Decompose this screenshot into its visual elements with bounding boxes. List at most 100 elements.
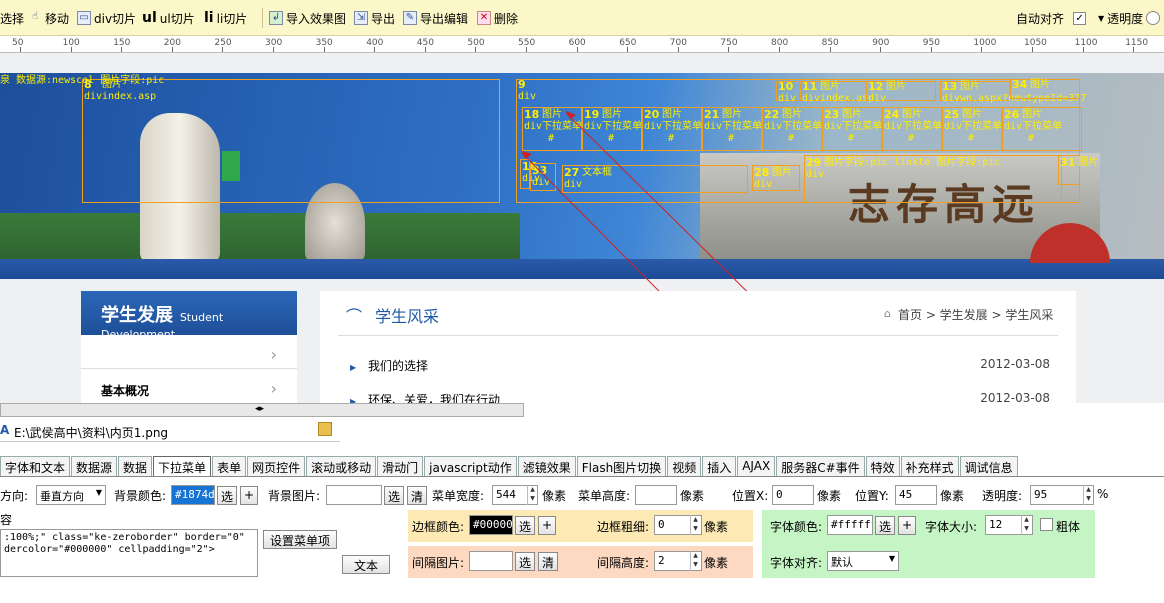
sidebar-item-blank[interactable]: ›	[81, 335, 297, 369]
tab-4[interactable]: 表单	[212, 456, 247, 476]
tab-2[interactable]: 数据	[118, 456, 153, 476]
spacing-height-label: 间隔高度:	[597, 556, 650, 570]
border-color-plus-button[interactable]: +	[538, 516, 556, 535]
opacity-control[interactable]: ▼ 透明度	[1098, 8, 1161, 28]
ruler-tick	[880, 47, 882, 52]
tab-17[interactable]: 调试信息	[959, 456, 1018, 476]
file-path[interactable]: E:\武侯高中\资料\内页1.png	[14, 424, 168, 441]
tab-6[interactable]: 滚动或移动	[306, 456, 377, 476]
auto-align-checkbox[interactable]: ✓	[1073, 11, 1087, 25]
content-code-textarea[interactable]: :100%;" class="ke-zeroborder" border="0"…	[0, 529, 258, 577]
bg-color-select-button[interactable]: 选	[217, 486, 237, 505]
bg-image-input[interactable]	[326, 485, 382, 505]
pos-x-label: 位置X:	[732, 489, 769, 503]
font-a-icon: A	[0, 423, 10, 437]
toolbar: 选择 ☝ 移动 ▭ div切片 ul ul切片 li li切片 ↲ 导入效果图 ⇲ 导出 ✎…	[0, 0, 1164, 36]
list-item[interactable]: ▶ 环保、关爱，我们在行动 2012-03-08	[350, 391, 1050, 403]
export-button[interactable]: ⇲ 导出	[354, 8, 395, 28]
spacing-image-select-button[interactable]: 选	[515, 552, 535, 571]
tab-10[interactable]: Flash图片切换	[576, 456, 667, 476]
tab-15[interactable]: 特效	[865, 456, 900, 476]
tab-3[interactable]: 下拉菜单	[153, 456, 212, 476]
border-color-label: 边框颜色:	[412, 520, 465, 534]
sidebar-item-overview[interactable]: 基本概况 ›	[81, 371, 297, 403]
border-width-spinner-icon[interactable]: ▲ ▼	[690, 515, 700, 535]
px-unit: 像素	[817, 489, 842, 503]
dropdown-arrow-icon: ▼	[95, 488, 102, 497]
font-size-spinner-icon[interactable]: ▲ ▼	[1021, 515, 1031, 535]
spacing-image-label: 间隔图片:	[412, 556, 465, 570]
list-item[interactable]: ▶ 我们的选择 2012-03-08	[350, 357, 1050, 375]
bold-checkbox[interactable]	[1040, 518, 1053, 531]
opacity-value: 95	[1034, 488, 1048, 501]
ul-slice-button[interactable]: ul ul切片	[142, 8, 195, 28]
list-item-date: 2012-03-08	[980, 391, 1050, 403]
tab-11[interactable]: 视频	[667, 456, 702, 476]
breadcrumb[interactable]: 首页 > 学生发展 > 学生风采	[898, 306, 1053, 323]
opacity-spinner-icon[interactable]: ▲ ▼	[1083, 485, 1093, 505]
bg-image-label: 背景图片:	[268, 489, 321, 503]
auto-align-label: 自动对齐	[1016, 11, 1065, 26]
ruler-tick-label: 1050	[1024, 38, 1047, 48]
bg-image-select-button[interactable]: 选	[384, 486, 404, 505]
delete-button[interactable]: ✕ 删除	[477, 8, 518, 28]
spacing-image-clear-button[interactable]: 清	[538, 552, 558, 571]
font-align-select[interactable]: 默认 ▼	[827, 551, 899, 571]
font-align-value: 默认	[831, 556, 853, 569]
direction-select[interactable]: 垂直方向 ▼	[36, 485, 106, 505]
dropdown-arrow-icon: ▼	[888, 554, 895, 563]
ruler-tick-label: 1100	[1074, 38, 1098, 48]
bg-color-plus-button[interactable]: +	[240, 486, 258, 505]
opacity-knob[interactable]	[1146, 11, 1161, 25]
bg-color-input[interactable]: #1874d	[171, 485, 215, 505]
tab-8[interactable]: javascript动作	[424, 456, 517, 476]
font-color-select-button[interactable]: 选	[875, 516, 895, 535]
tab-9[interactable]: 滤镜效果	[517, 456, 576, 476]
bg-image-clear-button[interactable]: 清	[407, 486, 427, 505]
content-label: 容	[0, 513, 13, 527]
auto-align-toggle[interactable]: 自动对齐 ✓	[1016, 8, 1087, 28]
import-effect-label: 导入效果图	[286, 11, 347, 26]
ruler-tick	[374, 47, 376, 52]
design-canvas[interactable]: 志存高远 8 图片 div index.asp 9 div 10 div 11 图片 div inde…	[0, 53, 1164, 403]
spacing-image-input[interactable]	[469, 551, 513, 571]
tab-16[interactable]: 补充样式	[900, 456, 959, 476]
import-effect-button[interactable]: ↲ 导入效果图	[269, 8, 346, 28]
tab-0[interactable]: 字体和文本	[0, 456, 71, 476]
font-color-input[interactable]: #ffffff	[827, 515, 873, 535]
move-button[interactable]: ☝ 移动	[28, 8, 69, 28]
export-edit-button[interactable]: ✎ 导出编辑	[403, 8, 468, 28]
border-color-select-button[interactable]: 选	[515, 516, 535, 535]
bold-label: 粗体	[1056, 520, 1081, 534]
tab-7[interactable]: 滑动门	[377, 456, 424, 476]
tab-5[interactable]: 网页控件	[247, 456, 306, 476]
tab-1[interactable]: 数据源	[71, 456, 118, 476]
select-tool[interactable]: 选择	[0, 8, 24, 28]
menu-width-label: 菜单宽度:	[432, 489, 485, 503]
tab-13[interactable]: AJAX	[737, 456, 776, 476]
font-size-value: 12	[989, 518, 1003, 531]
li-slice-button[interactable]: li li切片	[204, 8, 247, 28]
menu-height-input[interactable]	[635, 485, 677, 505]
ruler-tick-label: 1150	[1125, 38, 1149, 48]
ruler-tick-label: 50	[12, 38, 24, 48]
set-menu-items-button[interactable]: 设置菜单项	[263, 530, 337, 549]
pos-y-input[interactable]: 45	[895, 485, 937, 505]
properties-panel: 方向: 垂直方向 ▼ 背景颜色: #1874d 选 + 背景图片: 选 清 菜单宽…	[0, 476, 1164, 603]
tab-12[interactable]: 插入	[702, 456, 737, 476]
tab-14[interactable]: 服务器C#事件	[776, 456, 865, 476]
folder-icon[interactable]	[318, 422, 332, 436]
div-slice-button[interactable]: ▭ div切片	[77, 8, 136, 28]
ul-icon: ul	[142, 10, 157, 26]
pane-splitter[interactable]: ◂▸	[0, 403, 524, 417]
text-button[interactable]: 文本	[342, 555, 390, 574]
pos-x-input[interactable]: 0	[772, 485, 814, 505]
bg-color-label: 背景颜色:	[114, 489, 167, 503]
spacing-height-spinner-icon[interactable]: ▲ ▼	[690, 551, 700, 571]
border-color-input[interactable]: #000000	[469, 515, 513, 535]
ruler-tick	[728, 47, 730, 52]
font-color-plus-button[interactable]: +	[898, 516, 916, 535]
horizontal-ruler: 50 100 150 200 250 300 350 400 450 500 550 600 650 70…	[0, 36, 1164, 53]
ruler-tick	[981, 47, 983, 52]
menu-width-spinner-icon[interactable]: ▲ ▼	[527, 485, 537, 505]
